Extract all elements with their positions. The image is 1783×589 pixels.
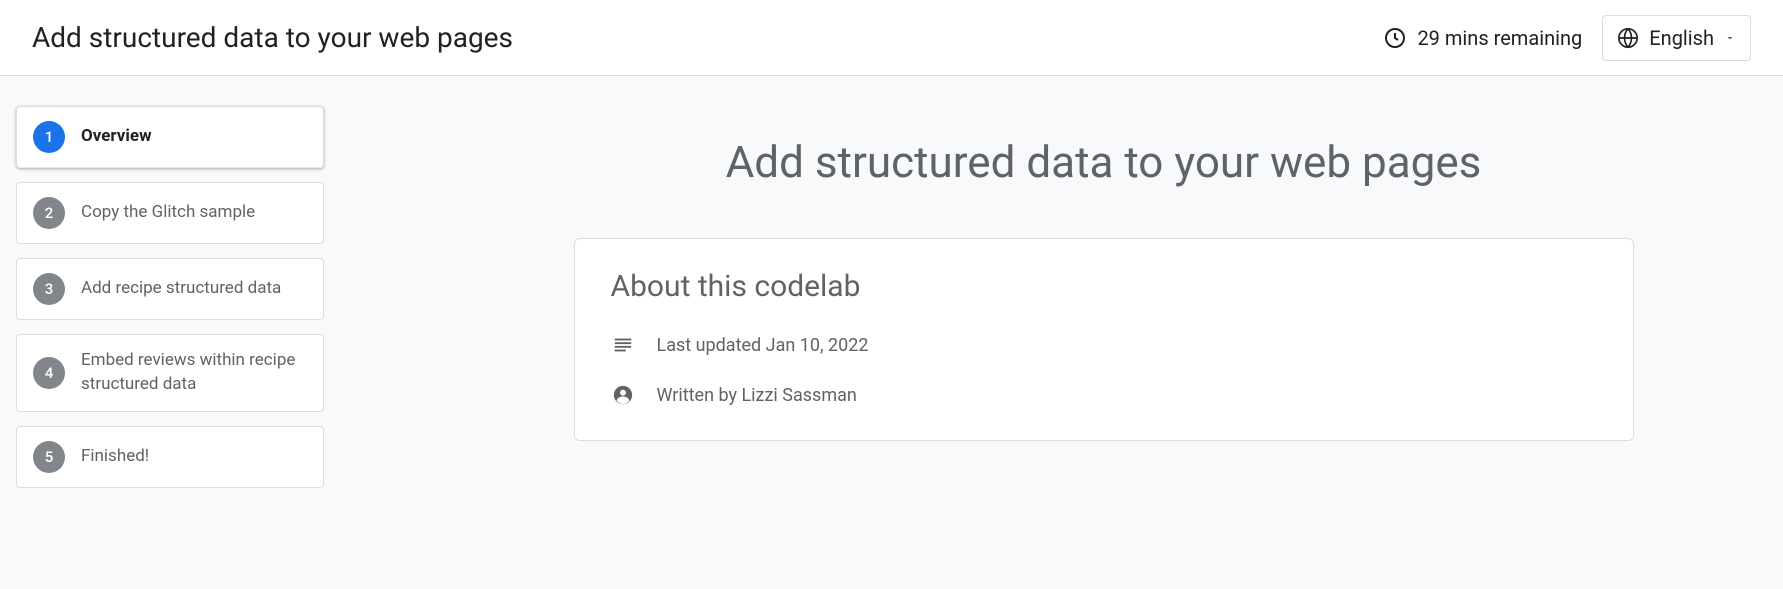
step-number: 2 [33, 197, 65, 229]
header-right: 29 mins remaining English [1383, 15, 1751, 61]
page-title: Add structured data to your web pages [32, 21, 513, 54]
main-content: Add structured data to your web pages Ab… [324, 106, 1783, 502]
subject-icon [611, 334, 635, 356]
step-label: Embed reviews within recipe structured d… [81, 349, 307, 397]
step-label: Copy the Glitch sample [81, 201, 255, 225]
step-number: 1 [33, 121, 65, 153]
last-updated-row: Last updated Jan 10, 2022 [611, 334, 1597, 356]
language-label: English [1649, 26, 1714, 50]
sidebar: 1 Overview 2 Copy the Glitch sample 3 Ad… [16, 106, 324, 502]
time-remaining-text: 29 mins remaining [1417, 26, 1582, 50]
content-area: 1 Overview 2 Copy the Glitch sample 3 Ad… [0, 76, 1783, 502]
author-text: Written by Lizzi Sassman [657, 385, 857, 406]
language-selector[interactable]: English [1602, 15, 1751, 61]
author-row: Written by Lizzi Sassman [611, 384, 1597, 406]
step-label: Overview [81, 125, 152, 149]
step-overview[interactable]: 1 Overview [16, 106, 324, 168]
step-copy-glitch[interactable]: 2 Copy the Glitch sample [16, 182, 324, 244]
step-number: 4 [33, 357, 65, 389]
step-label: Finished! [81, 445, 149, 469]
chevron-down-icon [1724, 32, 1736, 44]
clock-icon [1383, 26, 1407, 50]
globe-icon [1617, 27, 1639, 49]
step-embed-reviews[interactable]: 4 Embed reviews within recipe structured… [16, 334, 324, 412]
step-number: 5 [33, 441, 65, 473]
step-label: Add recipe structured data [81, 277, 281, 301]
header: Add structured data to your web pages 29… [0, 0, 1783, 76]
person-icon [611, 384, 635, 406]
step-add-recipe[interactable]: 3 Add recipe structured data [16, 258, 324, 320]
last-updated-text: Last updated Jan 10, 2022 [657, 335, 869, 356]
about-card: About this codelab Last updated Jan 10, … [574, 238, 1634, 441]
about-heading: About this codelab [611, 269, 1597, 304]
time-remaining: 29 mins remaining [1383, 26, 1582, 50]
main-title: Add structured data to your web pages [464, 136, 1743, 188]
step-number: 3 [33, 273, 65, 305]
step-finished[interactable]: 5 Finished! [16, 426, 324, 488]
